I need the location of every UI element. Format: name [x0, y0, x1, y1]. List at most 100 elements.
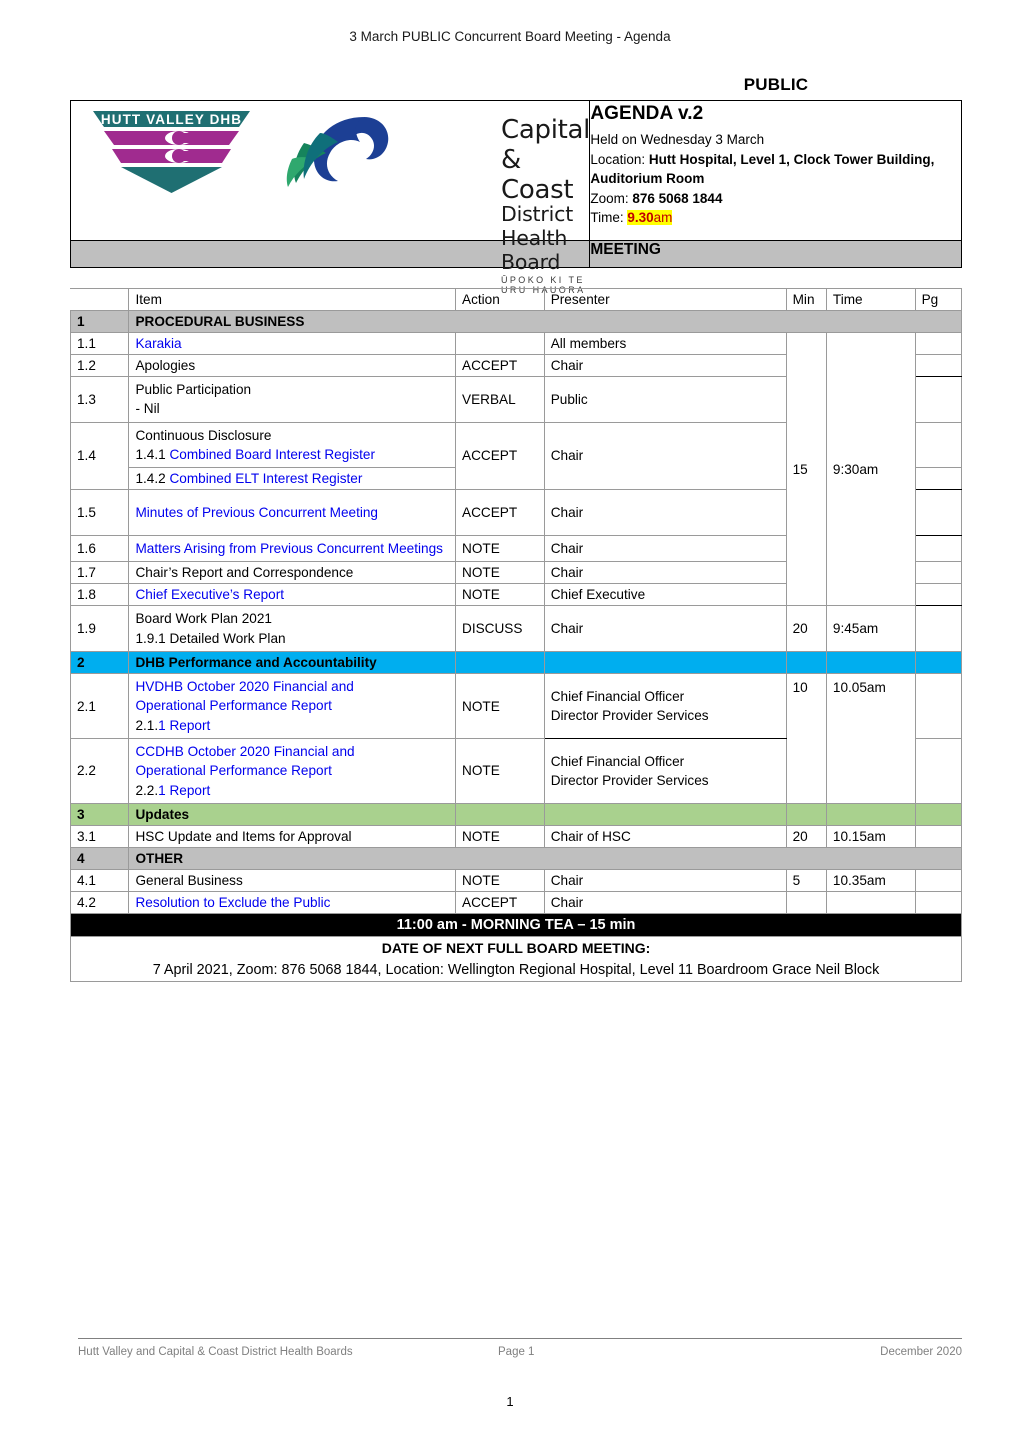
- row-2-1-item-line2[interactable]: Operational Performance Report: [135, 696, 449, 715]
- row-1-5-presenter: Chair: [543, 489, 787, 537]
- row-1-4-elt-register-link[interactable]: Combined ELT Interest Register: [169, 471, 362, 486]
- row-2-2-number: 2.2: [69, 737, 130, 804]
- row-1-9-action: DISCUSS: [455, 605, 545, 653]
- ccdhb-name-line1: Capital & Coast: [501, 115, 591, 205]
- row-1-8-action: NOTE: [455, 583, 545, 607]
- next-meeting-detail-row: 7 April 2021, Zoom: 876 5068 1844, Locat…: [70, 958, 962, 982]
- row-2-2-item-line2[interactable]: Operational Performance Report: [135, 761, 449, 780]
- section-3-presenter-cell: [543, 802, 787, 826]
- zoom-line: Zoom: 876 5068 1844: [590, 189, 961, 209]
- time-merged-block-1: 9:30am: [825, 331, 916, 607]
- row-1-2-item: Apologies: [128, 354, 457, 377]
- col-header-min: Min: [785, 288, 827, 311]
- row-3-1-presenter: Chair of HSC: [543, 824, 787, 848]
- row-2-2-presenter-line2: Director Provider Services: [550, 772, 709, 788]
- row-2-1-report-link[interactable]: 1 Report: [158, 718, 210, 733]
- row-1-6-item[interactable]: Matters Arising from Previous Concurrent…: [128, 535, 457, 563]
- row-1-8-pg: [914, 583, 963, 607]
- svg-text:HUTT VALLEY DHB: HUTT VALLEY DHB: [101, 112, 242, 127]
- row-1-9-pg: [914, 605, 963, 653]
- row-2-1-item[interactable]: HVDHB October 2020 Financial and Operati…: [128, 673, 457, 739]
- section-3-min-cell: [785, 802, 827, 826]
- row-2-2-presenter: Chief Financial Officer Director Provide…: [543, 737, 787, 804]
- table-row[interactable]: 4.2 Resolution to Exclude the Public ACC…: [69, 890, 963, 914]
- morning-tea-banner: 11:00 am - MORNING TEA – 15 min: [70, 912, 962, 937]
- row-3-1-action: NOTE: [455, 824, 545, 848]
- col-header-time: Time: [825, 288, 916, 311]
- table-row[interactable]: 1.9 Board Work Plan 2021 1.9.1 Detailed …: [69, 605, 963, 653]
- row-1-5-action: ACCEPT: [455, 489, 545, 537]
- table-row[interactable]: 4.1 General Business NOTE Chair 5 10.35a…: [69, 868, 963, 892]
- row-2-2-item[interactable]: CCDHB October 2020 Financial and Operati…: [128, 737, 457, 804]
- logo-cell: HUTT VALLEY DHB Capital & Coast District…: [69, 100, 590, 295]
- ccdhb-wordmark: Capital & Coast District Health Board ŪP…: [501, 115, 590, 295]
- row-3-1-item: HSC Update and Items for Approval: [128, 824, 457, 848]
- footer-right: December 2020: [880, 1346, 962, 1358]
- row-3-1-min: 20: [785, 824, 827, 848]
- row-2-1-time: 10.05am: [825, 673, 916, 804]
- row-1-3-item-line2: - Nil: [135, 401, 160, 417]
- row-2-2-item-line3[interactable]: 2.2.1 Report: [135, 781, 449, 800]
- row-4-1-item: General Business: [128, 868, 457, 892]
- row-1-4-board-register-link[interactable]: Combined Board Interest Register: [169, 447, 375, 462]
- next-meeting-title: DATE OF NEXT FULL BOARD MEETING:: [70, 935, 962, 959]
- row-1-1-pg: [914, 332, 963, 355]
- row-1-5-item[interactable]: Minutes of Previous Concurrent Meeting: [128, 489, 457, 537]
- row-2-2-report-link[interactable]: 1 Report: [158, 783, 210, 798]
- meeting-bar-label: MEETING: [589, 240, 962, 268]
- section-2-time-cell: [825, 651, 916, 675]
- row-1-4-item-line2[interactable]: 1.4.1 Combined Board Interest Register: [135, 445, 449, 464]
- location-label: Location:: [590, 151, 649, 167]
- section-header-4: 4 OTHER: [69, 846, 962, 870]
- table-row[interactable]: 1.1 Karakia All members 15 9:30am: [69, 331, 963, 607]
- meeting-details-cell: AGENDA v.2 Held on Wednesday 3 March Loc…: [589, 100, 962, 241]
- row-1-4-item-line1: Continuous Disclosure: [135, 427, 272, 443]
- time-suffix: am: [653, 210, 673, 226]
- row-2-1-item-line3[interactable]: 2.1.1 Report: [135, 716, 449, 735]
- ccdhb-name-line2: District Health Board: [501, 202, 574, 274]
- section-4-number: 4: [69, 846, 130, 870]
- table-row[interactable]: 3.1 HSC Update and Items for Approval NO…: [69, 824, 963, 848]
- row-2-2-presenter-line1: Chief Financial Officer: [550, 753, 685, 769]
- row-4-2-action: ACCEPT: [455, 890, 545, 914]
- table-row[interactable]: 2.1 HVDHB October 2020 Financial and Ope…: [69, 673, 963, 804]
- row-1-4-item-line2-number: 1.4.1: [135, 446, 170, 462]
- row-1-4-pg-a: [914, 421, 963, 469]
- row-1-1-item[interactable]: Karakia: [128, 332, 457, 355]
- row-2-2-item-line1[interactable]: CCDHB October 2020 Financial and: [135, 742, 449, 761]
- next-meeting-detail: 7 April 2021, Zoom: 876 5068 1844, Locat…: [70, 958, 962, 982]
- row-1-9-number: 1.9: [69, 605, 130, 653]
- section-1-number: 1: [69, 310, 130, 333]
- section-2-presenter-cell: [543, 651, 787, 675]
- col-header-item: Item: [128, 288, 457, 311]
- row-1-8-item[interactable]: Chief Executive’s Report: [128, 583, 457, 607]
- location-line: Location: Hutt Hospital, Level 1, Clock …: [590, 150, 961, 189]
- section-2-action-cell: [455, 651, 545, 675]
- row-1-4-item-b[interactable]: 1.4.2 Combined ELT Interest Register: [128, 467, 457, 491]
- row-2-1-number: 2.1: [69, 673, 130, 739]
- row-1-9-item: Board Work Plan 2021 1.9.1 Detailed Work…: [128, 605, 457, 653]
- footer-left: Hutt Valley and Capital & Coast District…: [78, 1346, 353, 1358]
- row-1-8-number: 1.8: [69, 583, 130, 607]
- public-label: PUBLIC: [743, 75, 809, 94]
- row-3-1-time: 10.15am: [825, 824, 916, 848]
- row-1-2-number: 1.2: [69, 354, 130, 377]
- row-1-7-item: Chair’s Report and Correspondence: [128, 561, 457, 585]
- min-merged-block-1: 15: [785, 331, 827, 607]
- row-2-1-pg: [914, 673, 963, 739]
- row-2-2-pg: [914, 737, 963, 804]
- row-1-4-presenter: Chair: [543, 421, 787, 491]
- row-1-2-presenter: Chair: [543, 354, 787, 377]
- row-1-9-item-line2: 1.9.1 Detailed Work Plan: [135, 630, 286, 646]
- hutt-valley-dhb-logo: HUTT VALLEY DHB: [93, 111, 250, 193]
- section-2-title: DHB Performance and Accountability: [128, 651, 457, 675]
- row-1-3-item-line1: Public Participation: [135, 382, 252, 397]
- row-4-2-presenter: Chair: [543, 890, 787, 914]
- row-1-4-item-a[interactable]: Continuous Disclosure 1.4.1 Combined Boa…: [128, 421, 457, 469]
- row-4-2-item[interactable]: Resolution to Exclude the Public: [128, 890, 457, 914]
- section-3-action-cell: [455, 802, 545, 826]
- section-2-min-cell: [785, 651, 827, 675]
- section-header-3: 3 Updates: [69, 802, 963, 826]
- row-1-8-presenter: Chief Executive: [543, 583, 787, 607]
- row-2-1-item-line1[interactable]: HVDHB October 2020 Financial and: [135, 677, 449, 696]
